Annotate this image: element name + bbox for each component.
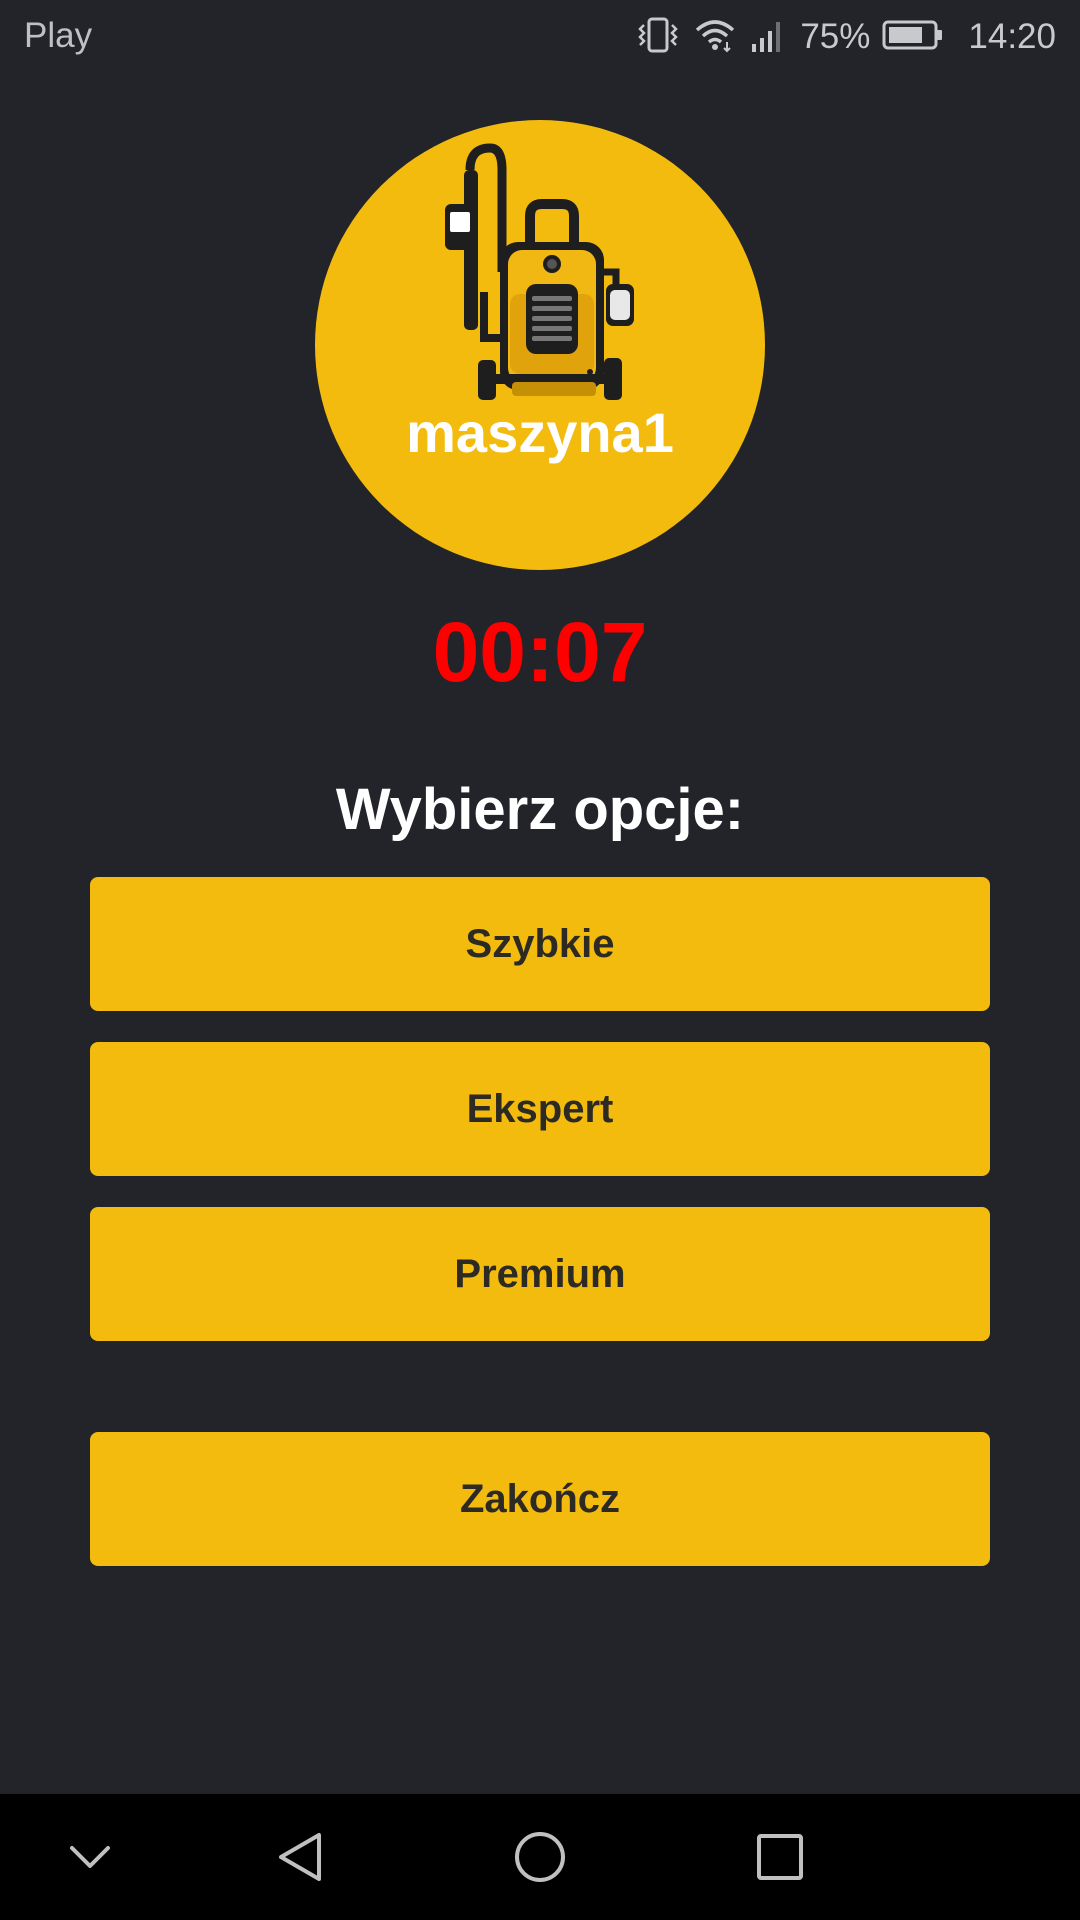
finish-button[interactable]: Zakończ <box>90 1432 990 1566</box>
home-icon[interactable] <box>480 1794 600 1920</box>
back-icon[interactable] <box>240 1794 360 1920</box>
status-bar: Play 75% 14:20 <box>0 0 1080 76</box>
clock: 14:20 <box>968 17 1056 56</box>
status-icons: 75% 14:20 <box>636 14 1056 60</box>
machine-logo: maszyna1 <box>315 120 765 570</box>
signal-icon <box>750 16 786 59</box>
machine-name: maszyna1 <box>406 401 674 464</box>
wifi-icon <box>694 16 736 59</box>
hide-keyboard-icon[interactable] <box>30 1794 150 1920</box>
battery-icon <box>882 19 944 56</box>
option-szybkie-button[interactable]: Szybkie <box>90 877 990 1011</box>
battery-percent: 75% <box>800 17 871 56</box>
pressure-washer-icon <box>440 142 640 407</box>
vibrate-icon <box>636 15 680 60</box>
option-premium-button[interactable]: Premium <box>90 1207 990 1341</box>
options-prompt: Wybierz opcje: <box>335 777 745 842</box>
recents-icon[interactable] <box>720 1794 840 1920</box>
navigation-bar <box>0 1794 1080 1920</box>
option-ekspert-button[interactable]: Ekspert <box>90 1042 990 1176</box>
carrier-name: Play <box>24 16 93 55</box>
timer: 00:07 <box>432 605 648 699</box>
